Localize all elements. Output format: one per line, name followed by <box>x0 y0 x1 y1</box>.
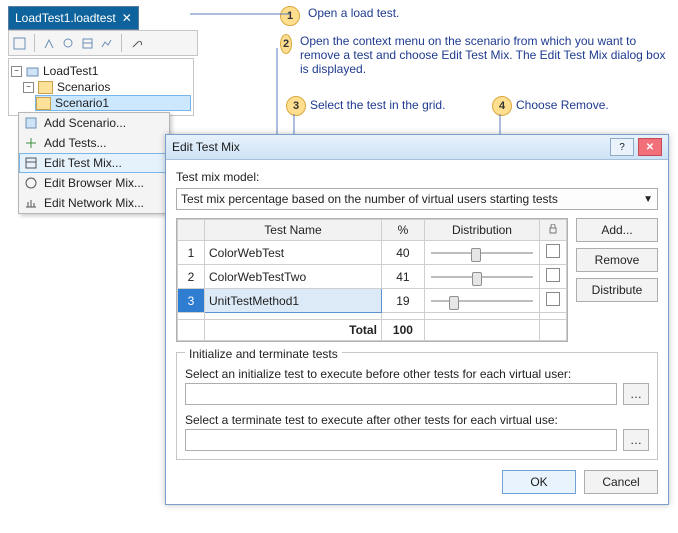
ctx-edit-network-mix[interactable]: Edit Network Mix... <box>19 193 169 213</box>
edit-network-mix-icon <box>25 197 38 210</box>
row-index: 2 <box>178 265 205 289</box>
distribute-button[interactable]: Distribute <box>576 278 658 302</box>
cell-percent[interactable]: 19 <box>381 289 424 313</box>
cell-test-name: ColorWebTestTwo <box>205 265 382 289</box>
fieldset-legend: Initialize and terminate tests <box>185 347 342 361</box>
ctx-edit-browser-mix[interactable]: Edit Browser Mix... <box>19 173 169 193</box>
col-distribution: Distribution <box>424 220 539 241</box>
loadtest-toolbar <box>8 30 198 56</box>
row-index: 1 <box>178 241 205 265</box>
test-mix-model-label: Test mix model: <box>176 170 658 184</box>
edit-browser-mix-icon <box>25 177 38 190</box>
tree-root[interactable]: − LoadTest1 <box>11 63 191 79</box>
col-percent: % <box>381 220 424 241</box>
col-index <box>178 220 205 241</box>
ctx-label: Edit Network Mix... <box>44 196 144 210</box>
table-row-total: Total 100 <box>178 320 567 341</box>
ctx-edit-test-mix[interactable]: Edit Test Mix... <box>19 153 169 173</box>
collapse-icon[interactable]: − <box>23 82 34 93</box>
tree-scenarios-label: Scenarios <box>57 80 110 94</box>
toolbar-divider <box>121 34 122 52</box>
callout-3-bubble: 3 <box>286 96 306 116</box>
tab-title: LoadTest1.loadtest <box>15 11 116 25</box>
tool-icon-5[interactable] <box>100 37 113 50</box>
callout-4-text: Choose Remove. <box>516 98 609 112</box>
ok-button[interactable]: OK <box>502 470 576 494</box>
add-scenario-icon <box>25 117 38 130</box>
chevron-down-icon: ▼ <box>643 194 653 205</box>
tool-icon-2[interactable] <box>43 37 56 50</box>
total-value: 100 <box>381 320 424 341</box>
edit-test-mix-dialog: Edit Test Mix ? ✕ Test mix model: Test m… <box>165 134 669 505</box>
combo-value: Test mix percentage based on the number … <box>181 192 558 206</box>
dialog-title: Edit Test Mix <box>172 140 240 154</box>
ctx-label: Edit Test Mix... <box>44 156 122 170</box>
folder-icon <box>38 81 53 94</box>
cell-lock[interactable] <box>540 265 567 289</box>
add-button[interactable]: Add... <box>576 218 658 242</box>
callout-4-bubble: 4 <box>492 96 512 116</box>
init-test-label: Select an initialize test to execute bef… <box>185 367 649 381</box>
collapse-icon[interactable]: − <box>11 66 22 77</box>
edit-test-mix-icon <box>25 157 38 170</box>
tree-scenario-label: Scenario1 <box>55 96 109 110</box>
callout-2-bubble: 2 <box>280 34 292 54</box>
dialog-titlebar: Edit Test Mix ? ✕ <box>166 135 668 160</box>
wrench-icon[interactable] <box>130 37 143 50</box>
add-tests-icon <box>25 137 38 150</box>
term-test-browse-button[interactable]: … <box>623 429 649 451</box>
ctx-label: Add Tests... <box>44 136 106 150</box>
ctx-label: Edit Browser Mix... <box>44 176 144 190</box>
test-mix-model-combo[interactable]: Test mix percentage based on the number … <box>176 188 658 210</box>
cell-distribution[interactable] <box>424 241 539 265</box>
cell-distribution[interactable] <box>424 289 539 313</box>
row-index: 3 <box>178 289 205 313</box>
help-button[interactable]: ? <box>610 138 634 156</box>
close-button[interactable]: ✕ <box>638 138 662 156</box>
ctx-add-tests[interactable]: Add Tests... <box>19 133 169 153</box>
tool-icon-3[interactable] <box>62 37 75 50</box>
table-row[interactable]: 2 ColorWebTestTwo 41 <box>178 265 567 289</box>
ctx-add-scenario[interactable]: Add Scenario... <box>19 113 169 133</box>
tool-icon-4[interactable] <box>81 37 94 50</box>
tree-scenario-selected[interactable]: Scenario1 <box>35 95 191 111</box>
callout-1-text: Open a load test. <box>308 6 399 20</box>
term-test-label: Select a terminate test to execute after… <box>185 413 649 427</box>
tool-icon-1[interactable] <box>13 37 26 50</box>
cell-lock[interactable] <box>540 289 567 313</box>
tree-scenarios[interactable]: − Scenarios <box>23 79 191 95</box>
loadtest-icon <box>26 65 39 78</box>
callouts: 1 Open a load test. 2 Open the context m… <box>280 6 670 84</box>
folder-icon <box>36 97 51 110</box>
cell-percent[interactable]: 41 <box>381 265 424 289</box>
remove-button[interactable]: Remove <box>576 248 658 272</box>
tree-root-label: LoadTest1 <box>43 64 98 78</box>
cell-test-name: UnitTestMethod1 <box>205 289 382 313</box>
cancel-button[interactable]: Cancel <box>584 470 658 494</box>
ctx-label: Add Scenario... <box>44 116 126 130</box>
table-row-empty <box>178 313 567 320</box>
init-test-input[interactable] <box>185 383 617 405</box>
table-row[interactable]: 1 ColorWebTest 40 <box>178 241 567 265</box>
total-label: Total <box>205 320 382 341</box>
table-row-selected[interactable]: 3 UnitTestMethod1 19 <box>178 289 567 313</box>
cell-test-name: ColorWebTest <box>205 241 382 265</box>
init-terminate-group: Initialize and terminate tests Select an… <box>176 352 658 460</box>
callout-3-text: Select the test in the grid. <box>310 98 445 112</box>
test-mix-grid: Test Name % Distribution 1 ColorWebTest … <box>176 218 568 342</box>
document-tab[interactable]: LoadTest1.loadtest ✕ <box>8 6 139 30</box>
term-test-input[interactable] <box>185 429 617 451</box>
loadtest-tree: − LoadTest1 − Scenarios Scenario1 <box>8 58 194 116</box>
cell-distribution[interactable] <box>424 265 539 289</box>
close-icon[interactable]: ✕ <box>122 11 132 25</box>
cell-lock[interactable] <box>540 241 567 265</box>
toolbar-divider <box>34 34 35 52</box>
callout-1-bubble: 1 <box>280 6 300 26</box>
scenario-context-menu: Add Scenario... Add Tests... Edit Test M… <box>18 112 170 214</box>
col-test-name: Test Name <box>205 220 382 241</box>
cell-percent[interactable]: 40 <box>381 241 424 265</box>
callout-2-text: Open the context menu on the scenario fr… <box>300 34 670 76</box>
init-test-browse-button[interactable]: … <box>623 383 649 405</box>
col-lock <box>540 220 567 241</box>
